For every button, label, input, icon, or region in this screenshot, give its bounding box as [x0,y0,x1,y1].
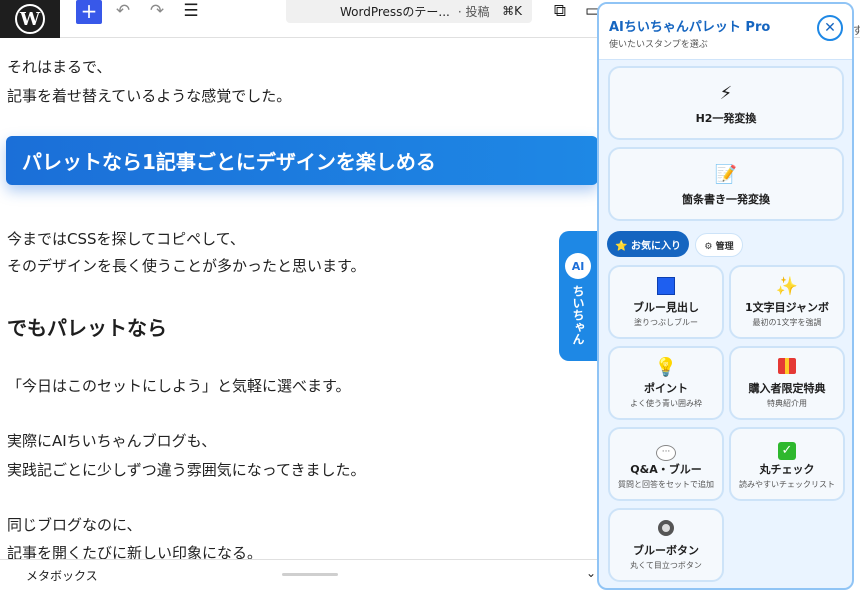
card-description: 最初の1文字を強調 [752,318,822,327]
h3-heading-block[interactable]: でもパレットなら [7,312,167,341]
paragraph-block[interactable]: 同じブログなのに、 [7,514,142,535]
card-title: ブルー見出し [633,301,699,314]
blue-heading-card[interactable]: ブルー見出し 塗りつぶしブルー [608,265,724,339]
card-title: ポイント [644,382,688,395]
ring-icon [610,520,722,541]
paragraph-block[interactable]: それはまるで、 [7,56,111,77]
ai-badge-icon: AI [565,253,591,279]
card-title: ブルーボタン [633,544,699,557]
palette-subtitle: 使いたいスタンプを選ぶ [609,40,708,50]
jumbo-first-letter-card[interactable]: ✨ 1文字目ジャンボ 最初の1文字を強調 [729,265,845,339]
card-title: H2一発変換 [695,112,757,125]
editor-canvas: それはまるで、 記事を着せ替えているような感覚でした。 パレットなら1記事ごとに… [0,39,600,559]
paragraph-block[interactable]: 記事を着せ替えているような感覚でした。 [7,85,291,106]
card-title: 1文字目ジャンボ [744,301,830,314]
tab-manage[interactable]: ⚙ 管理 [695,233,743,257]
paragraph-block[interactable]: 今まではCSSを探してコピペして、 [7,228,245,249]
paragraph-block[interactable]: 実践記ごとに少しずつ違う雰囲気になってきました。 [7,459,366,480]
h2-heading-block[interactable]: パレットなら1記事ごとにデザインを楽しめる [6,136,598,185]
paragraph-block[interactable]: 実際にAIちいちゃんブログも、 [7,430,216,451]
card-title: 丸チェック [759,463,815,476]
card-title: 購入者限定特典 [748,382,826,395]
wordpress-logo-button[interactable]: W [0,0,60,38]
card-description: 読みやすいチェックリスト [739,480,835,489]
resize-handle[interactable] [282,573,338,576]
point-box-card[interactable]: 💡 ポイント よく使う青い囲み枠 [608,346,724,420]
memo-icon: 📝 [714,164,738,185]
card-title: Q&A・ブルー [630,463,702,476]
post-type: · 投稿 [457,5,490,19]
blue-button-card[interactable]: ブルーボタン 丸くて目立つボタン [608,508,724,582]
card-description: 塗りつぶしブルー [633,318,699,327]
circle-check-card[interactable]: ✓ 丸チェック 読みやすいチェックリスト [729,427,845,501]
checkmark-icon: ✓ [731,439,843,460]
card-title: 箇条書き一発変換 [682,193,770,206]
wordpress-icon: W [15,4,45,34]
document-overview-icon[interactable]: ☰ [180,0,202,24]
list-convert-card[interactable]: 📝 箇条書き一発変換 [608,147,844,221]
paragraph-block[interactable]: 「今日はこのセットにしよう」と気軽に選べます。 [7,375,351,396]
buyer-bonus-card[interactable]: 購入者限定特典 特典紹介用 [729,346,845,420]
command-palette-bar[interactable]: WordPressのテー... · 投稿 ⌘K [286,0,532,23]
ai-tab-label: ちいちゃん [571,285,585,345]
speech-bubble-icon: ··· [610,439,722,461]
gift-icon [731,358,843,379]
palette-panel: AIちいちゃんパレット Pro 使いたいスタンプを選ぶ ✕ ⚡ H2一発変換 📝… [597,2,854,590]
tab-favorites[interactable]: ⭐ お気に入り [607,231,689,257]
paragraph-block[interactable]: そのデザインを長く使うことが多かったと思います。 [7,255,366,276]
h2-convert-card[interactable]: ⚡ H2一発変換 [608,66,844,140]
lightning-icon: ⚡ [719,83,733,104]
metabox-label: メタボックス [26,569,98,583]
qa-blue-card[interactable]: ··· Q&A・ブルー 質問と回答をセットで追加 [608,427,724,501]
redo-icon[interactable]: ↷ [146,0,168,24]
command-shortcut: ⌘K [502,4,522,18]
ai-chiichan-toggle-tab[interactable]: AI ちいちゃん [559,231,599,361]
add-block-button[interactable]: + [76,0,102,24]
undo-icon[interactable]: ↶ [112,0,134,24]
card-description: 質問と回答をセットで追加 [618,480,714,489]
external-link-icon[interactable]: ⧉ [549,0,571,24]
palette-header: AIちいちゃんパレット Pro 使いたいスタンプを選ぶ ✕ [599,4,852,60]
close-button[interactable]: ✕ [817,15,843,41]
sparkles-icon: ✨ [775,276,799,297]
palette-title: AIちいちゃんパレット Pro [609,20,771,35]
lightbulb-icon: 💡 [654,357,678,378]
card-description: 特典紹介用 [767,399,807,408]
card-description: よく使う青い囲み枠 [630,399,702,408]
card-description: 丸くて目立つボタン [630,561,702,570]
metabox-bar[interactable]: メタボックス ⌄ [0,559,600,593]
post-title: WordPressのテー... [340,5,450,19]
paragraph-block[interactable]: 記事を開くたびに新しい印象になる。 [7,542,262,559]
blue-square-icon [610,277,722,300]
chevron-down-icon[interactable]: ⌄ [586,566,596,580]
